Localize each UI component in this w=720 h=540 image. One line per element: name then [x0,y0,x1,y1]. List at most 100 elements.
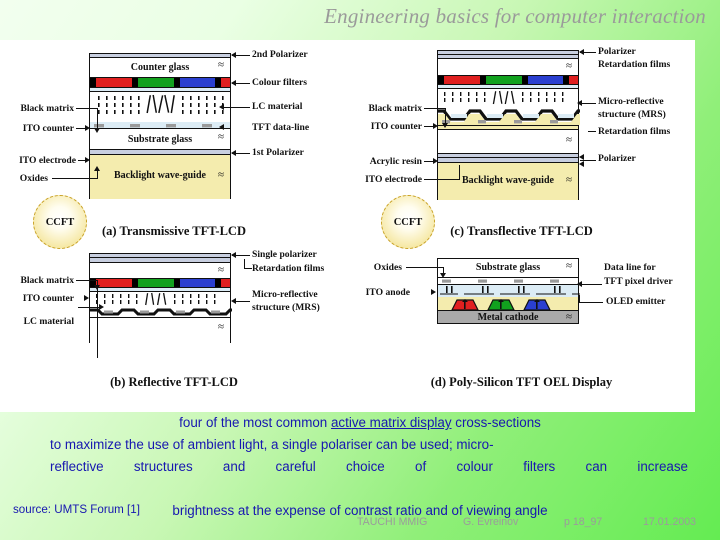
panel-d-label-ito-anode: ITO anode [365,287,410,298]
panel-a-label-ito-electrode: ITO electrode [19,155,76,166]
layer-c-substrate [438,130,578,154]
panel-b-arrow-sp [231,252,236,258]
panel-b-label-lc-material: LC material [23,316,74,327]
panel-poly-silicon-oel: Substrate glass ≈ Metal cathode ≈ Oxides… [348,245,695,397]
panel-c-arrow-mrs [577,100,582,106]
panel-a-squiggle-2: ≈ [217,131,224,143]
panel-a-arrow-lc [219,104,224,110]
panel-d-caption: (d) Poly-Silicon TFT OEL Display [430,375,613,389]
panel-b-label-ito-counter: ITO counter [22,293,74,304]
panel-b-leader-rf-v [244,259,245,269]
layer-b-bottom-line [90,317,230,318]
panel-a-label-tft-data-line: TFT data-line [252,122,310,133]
mrs-structure [438,90,580,125]
lc-dots [98,94,224,114]
panel-a-arrow-ox [94,166,100,171]
panel-d-arrow-anode [431,289,436,295]
panel-a-arrow-ito [85,125,90,131]
panel-a-substrate-glass-text: Substrate glass [127,134,193,145]
panel-d-squiggle-1: ≈ [565,260,572,272]
caption-line-1-pre: four of the most common [179,415,331,430]
panel-c-arrow-ito [433,123,438,129]
layer-c-lc-mrs [438,89,580,125]
layer-b-lc-mrs [90,292,232,317]
panel-b-leader-lc [78,307,100,308]
panel-b-arrow-mrs [231,298,236,304]
panel-c-arrow-ar [433,158,438,164]
panel-c-label-retardation-top: Retardation films [598,59,671,70]
layer-b-counter-glass [90,263,230,278]
panel-b-label-black-matrix: Black matrix [20,275,74,286]
panel-d-data-line [442,279,559,283]
panel-a-arrow-bm [94,128,100,133]
panel-b-squiggle-2: ≈ [217,321,224,333]
panel-a-backlight-text: Backlight wave-guide [114,170,206,181]
panel-b-mrs [90,292,232,316]
panel-b-caption: (b) Reflective TFT-LCD [110,375,238,389]
panel-a-label-ito-counter: ITO counter [22,123,74,134]
panel-c-squiggle-1: ≈ [565,60,572,72]
panel-a-arrow-tft [219,124,224,130]
source-note: source: UMTS Forum [1] [13,503,140,516]
panel-d-leader-oled-v [579,295,580,303]
panel-b-stack: ≈ ≈ [89,253,232,343]
panel-a-leader-bm-h [76,108,98,109]
layer-colour-filters [90,78,230,88]
layer-b-colour-filters [90,278,230,288]
panel-d-anode-contacts [440,286,580,295]
panel-c-label-ito-electrode: ITO electrode [365,174,422,185]
panel-c-label-mrs-1: Micro-reflective [598,96,664,107]
panel-d-metal-cathode-text: Metal cathode [477,312,539,323]
panel-c-label-mrs-2: structure (MRS) [598,109,666,120]
layer-ito-electrode [90,122,230,129]
panel-c-label-black-matrix: Black matrix [368,103,422,114]
panel-a-label-2nd-polarizer: 2nd Polarizer [252,49,308,60]
slide-footer: TAUCHI MMIG G. Evreinov p 18_97 17.01.20… [0,516,720,536]
layer-d-oxides-dataline [438,278,578,285]
panel-a-label-1st-polarizer: 1st Polarizer [252,147,304,158]
footer-author: G. Evreinov [463,516,519,528]
layer-lc-material [90,92,230,122]
panel-c-arrow-pol-bot [579,154,584,160]
slide-title: Engineering basics for computer interact… [324,4,706,28]
panel-b-label-mrs-2: structure (MRS) [252,302,320,313]
panel-a-arrow-cf [231,80,236,86]
panel-b-label-single-polarizer: Single polarizer [252,249,317,260]
panel-b-label-mrs-1: Micro-reflective [252,289,318,300]
panel-c-leader-bm [424,108,446,109]
panel-a-arrow-ite [85,157,90,163]
panel-c-arrow-pol-bot2 [579,161,584,167]
panel-b-arrow-lc [99,304,104,310]
panel-b-arrow-bm [94,285,100,290]
panel-c-leader-ite [424,179,460,180]
panel-d-label-oxides: Oxides [373,262,402,273]
panel-d-leader-ox [406,267,444,268]
panel-b-arrow-ito [84,295,89,301]
panel-c-label-polarizer-top: Polarizer [598,46,636,57]
panel-c-squiggle-3: ≈ [565,174,572,186]
panel-a-label-oxides: Oxides [19,173,48,184]
panel-b-leader-rf [244,268,252,269]
panel-d-stack: Substrate glass ≈ Metal cathode ≈ [437,258,580,324]
panel-b-leader-mrs [234,301,250,302]
panel-c-caption: (c) Transflective TFT-LCD [450,224,593,238]
panel-c-leader-ret-bot [588,131,596,132]
panel-transmissive: Counter glass ≈ Substrate glass ≈ Backli… [0,40,348,249]
panel-transflective: ≈ ≈ Backlight wave-guide ≈ CCFT Black ma… [348,40,695,249]
panel-a-label-colour-filters: Colour filters [252,77,307,88]
panel-a-arrow-p2 [231,52,236,58]
caption-link-active-matrix-display[interactable]: active matrix display [331,415,452,430]
panel-c-squiggle-2: ≈ [565,134,572,146]
panel-a-leader-lc [222,107,250,108]
panel-a-ccft-lamp: CCFT [33,195,87,249]
panel-b-label-retardation-films: Retardation films [252,263,325,274]
oled-emitter-shapes [451,299,551,310]
tft-data-line [94,124,212,128]
panel-a-caption: (a) Transmissive TFT-LCD [101,224,246,238]
panel-d-arrow-ox [440,273,446,278]
panel-a-leader-ox-v [97,170,98,179]
panel-a-arrow-p1 [231,150,236,156]
panel-c-leader-ite-v [459,165,460,180]
panel-d-arrow-dl [577,281,582,287]
panel-d-label-data-line-2: TFT pixel driver [604,276,673,287]
